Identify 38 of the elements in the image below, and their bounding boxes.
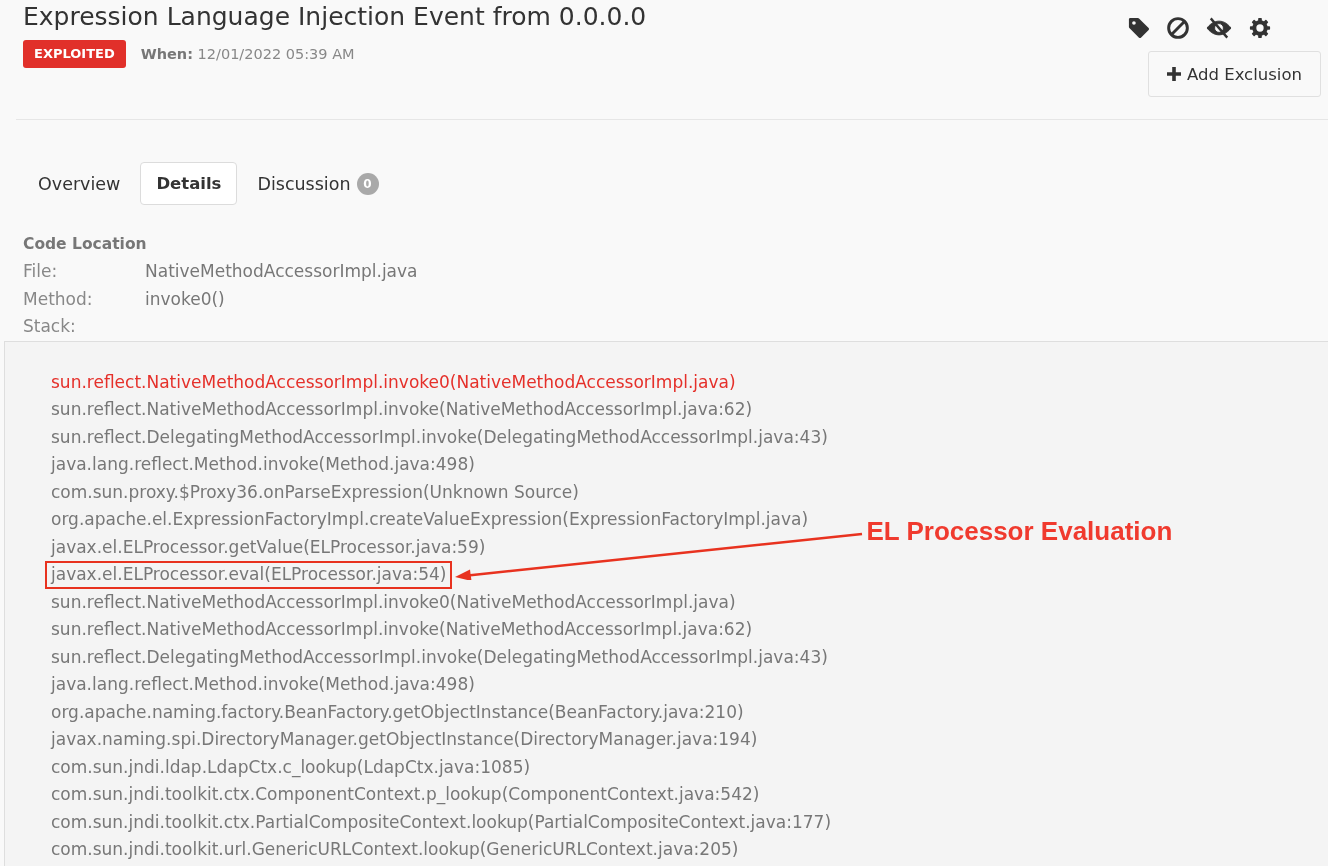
plus-icon <box>1167 67 1182 81</box>
stack-frame: javax.naming.spi.DirectoryManager.getObjectInstance(DirectoryManager.java:194) <box>51 726 758 754</box>
stack-frame: com.sun.jndi.toolkit.url.GenericURLContext.lookup(GenericURLContext.java:205) <box>51 836 739 864</box>
add-exclusion-button[interactable]: Add Exclusion <box>1148 51 1321 97</box>
stack-frame: org.apache.el.ExpressionFactoryImpl.createValueExpression(ExpressionFactoryImpl.java) <box>51 506 809 534</box>
field-label: Stack: <box>23 315 76 338</box>
count-badge: 0 <box>356 172 379 195</box>
stack-frame: sun.reflect.NativeMethodAccessorImpl.invoke0(NativeMethodAccessorImpl.java) <box>51 368 736 396</box>
tab[interactable]: Overview <box>22 162 137 205</box>
stack-frame: sun.reflect.NativeMethodAccessorImpl.invoke0(NativeMethodAccessorImpl.java) <box>51 588 736 616</box>
event-time: When: 12/01/2022 05:39 AM <box>140 46 355 62</box>
settings-icon[interactable] <box>1249 17 1271 39</box>
tab[interactable]: Details <box>140 162 238 205</box>
tag-icon[interactable] <box>1128 17 1150 39</box>
field-value: invoke0() <box>145 287 225 311</box>
tab[interactable]: Discussion 0 <box>241 162 395 205</box>
stack-frame: sun.reflect.NativeMethodAccessorImpl.invoke(NativeMethodAccessorImpl.java:62) <box>51 396 753 424</box>
stack-frame: com.sun.proxy.$Proxy36.onParseExpression(Unknown Source) <box>51 478 579 506</box>
stack-frame: sun.reflect.DelegatingMethodAccessorImpl.invoke(DelegatingMethodAccessorImpl.java:43) <box>51 423 828 451</box>
stack-frame: org.apache.naming.factory.BeanFactory.getObjectInstance(BeanFactory.java:210) <box>51 698 744 726</box>
annotation-label: EL Processor Evaluation <box>866 515 1173 546</box>
stack-frame: java.lang.reflect.Method.invoke(Method.java:498) <box>51 451 475 479</box>
stack-frame: com.sun.jndi.ldap.LdapCtx.c_lookup(LdapCtx.java:1085) <box>51 753 531 781</box>
stack-frame: sun.reflect.DelegatingMethodAccessorImpl.invoke(DelegatingMethodAccessorImpl.java:43) <box>51 643 828 671</box>
status-badge: EXPLOITED <box>23 40 126 68</box>
field-label: File: <box>23 260 58 283</box>
stack-frame: com.sun.jndi.toolkit.ctx.ComponentContext.p_lookup(ComponentContext.java:542) <box>51 781 760 809</box>
crossed-eye-icon[interactable] <box>1206 17 1232 39</box>
stack-frame: sun.reflect.NativeMethodAccessorImpl.invoke(NativeMethodAccessorImpl.java:62) <box>51 616 753 644</box>
prohibited-icon[interactable] <box>1167 17 1189 39</box>
section-heading: Code Location <box>23 234 147 255</box>
stack-frame: javax.el.ELProcessor.eval(ELProcessor.java:54) <box>45 561 453 589</box>
page-title: Expression Language Injection Event from 0.0.0.0 <box>23 1 647 33</box>
stack-frame: javax.el.ELProcessor.getValue(ELProcessor.java:59) <box>51 533 486 561</box>
stack-frame: java.lang.reflect.Method.invoke(Method.java:498) <box>51 671 475 699</box>
stack-frame: com.sun.jndi.toolkit.ctx.PartialCompositeContext.lookup(PartialCompositeContext.java:177) <box>51 808 832 836</box>
field-label: Method: <box>23 287 93 311</box>
field-value: NativeMethodAccessorImpl.java <box>145 260 418 283</box>
